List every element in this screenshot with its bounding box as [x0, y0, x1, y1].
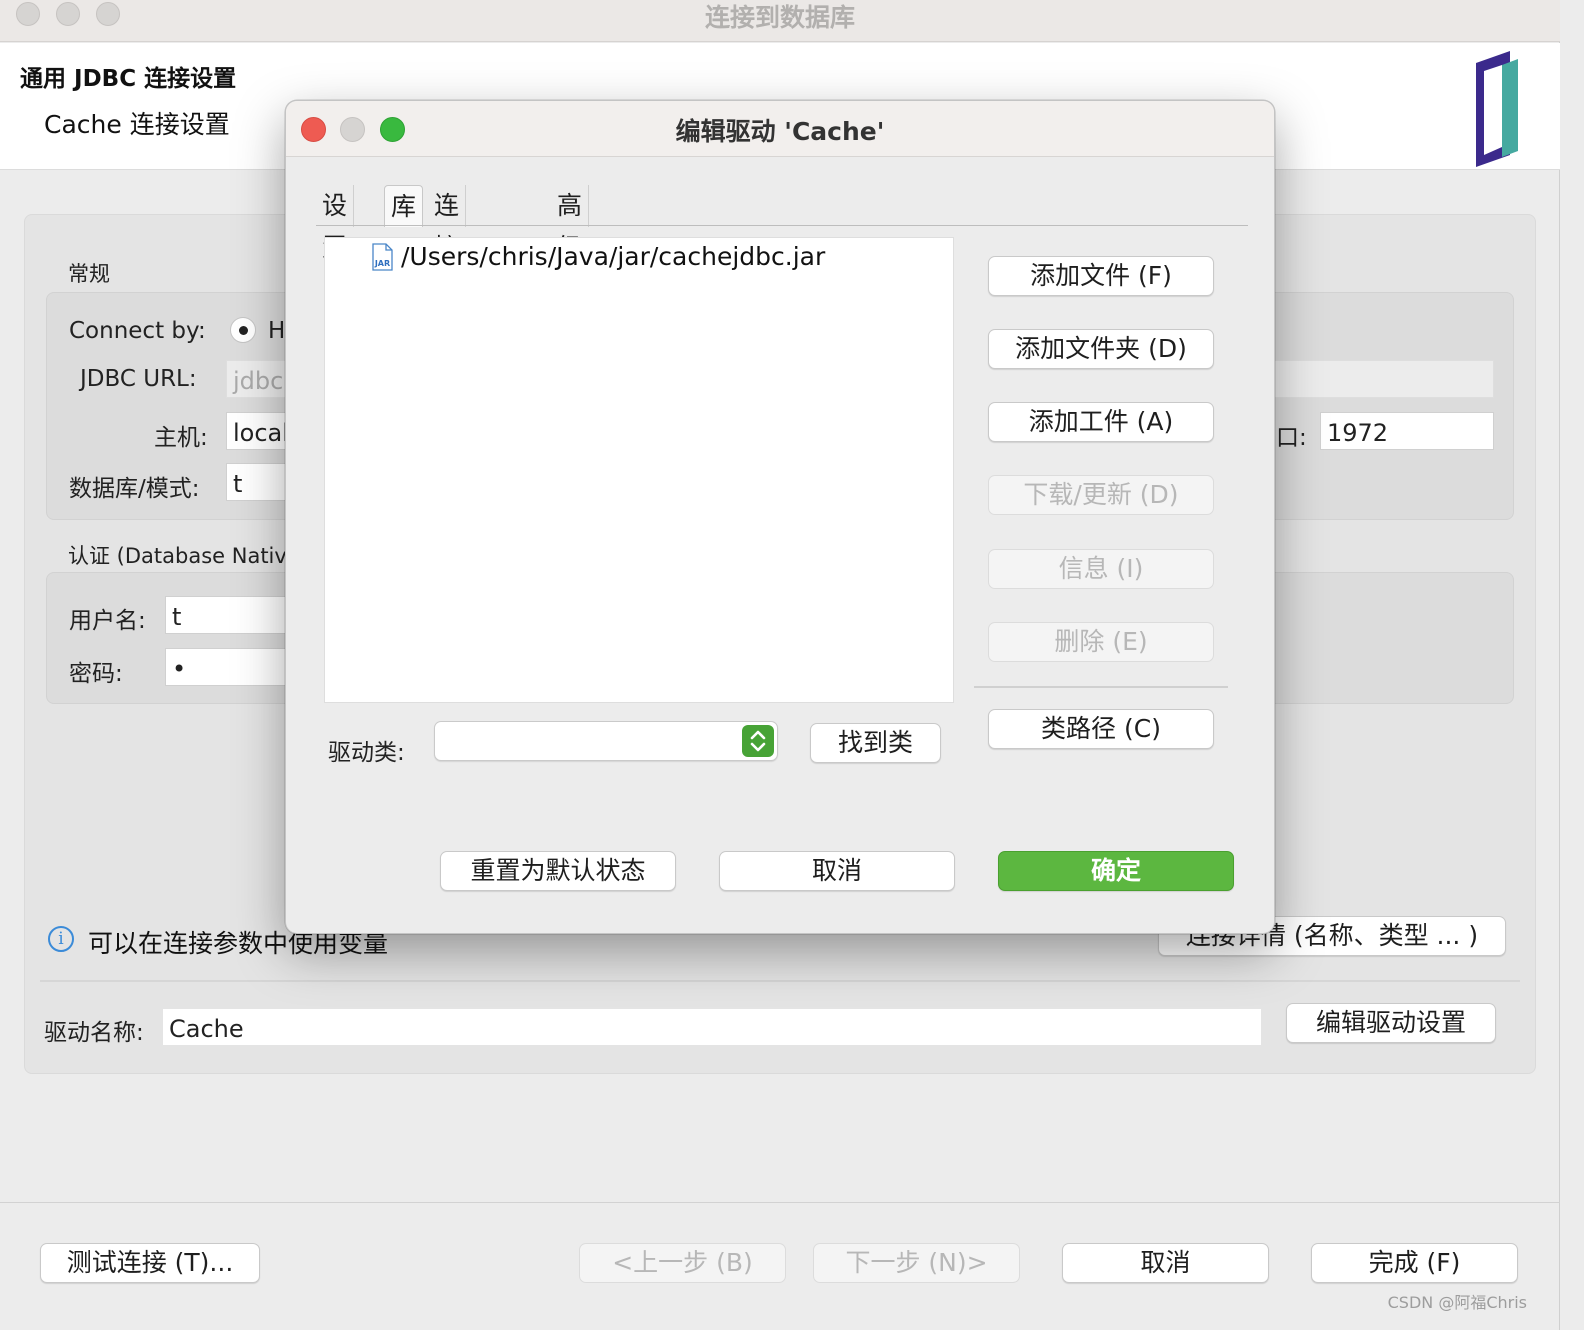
dialog-title: 编辑驱动 'Cache': [675, 117, 885, 146]
add-artifact-button[interactable]: 添加工件 (A): [988, 402, 1214, 442]
dialog-cancel-button[interactable]: 取消: [719, 851, 955, 891]
jdbc-url-label: JDBC URL:: [80, 366, 197, 392]
next-button[interactable]: 下一步 (N)>: [813, 1243, 1020, 1283]
window-titlebar: 连接到数据库: [0, 0, 1560, 42]
add-file-button[interactable]: 添加文件 (F): [988, 256, 1214, 296]
reset-defaults-button[interactable]: 重置为默认状态: [440, 851, 676, 891]
port-label: 口:: [1276, 425, 1307, 451]
library-list[interactable]: JAR /Users/chris/Java/jar/cachejdbc.jar: [324, 237, 954, 703]
watermark: CSDN @阿福Chris: [1387, 1293, 1527, 1312]
driver-name-label: 驱动名称:: [44, 1020, 144, 1046]
database-label: 数据库/模式:: [69, 476, 200, 502]
edit-driver-settings-button[interactable]: 编辑驱动设置: [1286, 1003, 1496, 1043]
connect-by-label: Connect by:: [69, 318, 206, 344]
tab-divider: [316, 225, 1248, 226]
window-title: 连接到数据库: [704, 3, 855, 32]
test-connection-button[interactable]: 测试连接 (T)...: [40, 1243, 260, 1283]
download-update-button[interactable]: 下载/更新 (D): [988, 475, 1214, 515]
back-button[interactable]: <上一步 (B): [579, 1243, 786, 1283]
finish-button[interactable]: 完成 (F): [1311, 1243, 1518, 1283]
jar-icon-label: JAR: [374, 259, 390, 268]
tab-advanced-parameters[interactable]: 高级参数: [551, 185, 590, 346]
jar-file-icon: JAR: [372, 243, 393, 271]
connect-by-host-label: H: [268, 318, 286, 344]
divider: [40, 980, 1520, 982]
chevron-up-down-icon: [742, 725, 774, 757]
library-path: /Users/chris/Java/jar/cachejdbc.jar: [401, 242, 826, 271]
username-label: 用户名:: [69, 608, 146, 634]
auth-section-label: 认证 (Database Nativ: [68, 544, 287, 568]
page-title: 通用 JDBC 连接设置: [20, 66, 237, 92]
edit-driver-dialog: 编辑驱动 'Cache' 设置 库 连接属性 高级参数 JAR /Users/c…: [285, 100, 1275, 934]
driver-class-label: 驱动类:: [328, 740, 405, 766]
cancel-button[interactable]: 取消: [1062, 1243, 1269, 1283]
info-button[interactable]: 信息 (I): [988, 549, 1214, 589]
find-class-button[interactable]: 找到类: [810, 723, 941, 763]
host-label: 主机:: [154, 425, 208, 451]
connect-by-host-radio[interactable]: [230, 317, 256, 343]
delete-button[interactable]: 删除 (E): [988, 622, 1214, 662]
info-icon: i: [48, 926, 74, 952]
password-label: 密码:: [69, 661, 123, 687]
driver-class-select[interactable]: [434, 721, 778, 761]
ok-button[interactable]: 确定: [998, 851, 1234, 891]
classpath-button[interactable]: 类路径 (C): [988, 709, 1214, 749]
dbeaver-logo-icon: [1476, 51, 1518, 167]
add-folder-button[interactable]: 添加文件夹 (D): [988, 329, 1214, 369]
driver-name-field[interactable]: Cache: [162, 1008, 1262, 1046]
page-subtitle: Cache 连接设置: [44, 110, 230, 139]
tab-settings[interactable]: 设置: [316, 185, 355, 262]
dialog-titlebar: 编辑驱动 'Cache': [286, 101, 1274, 157]
port-field[interactable]: 1972: [1320, 412, 1494, 450]
button-divider: [974, 686, 1228, 688]
footer-divider: [0, 1202, 1560, 1203]
general-section-label: 常规: [68, 262, 110, 286]
tab-libraries[interactable]: 库: [384, 185, 424, 227]
tab-connection-properties[interactable]: 连接属性: [428, 185, 467, 346]
